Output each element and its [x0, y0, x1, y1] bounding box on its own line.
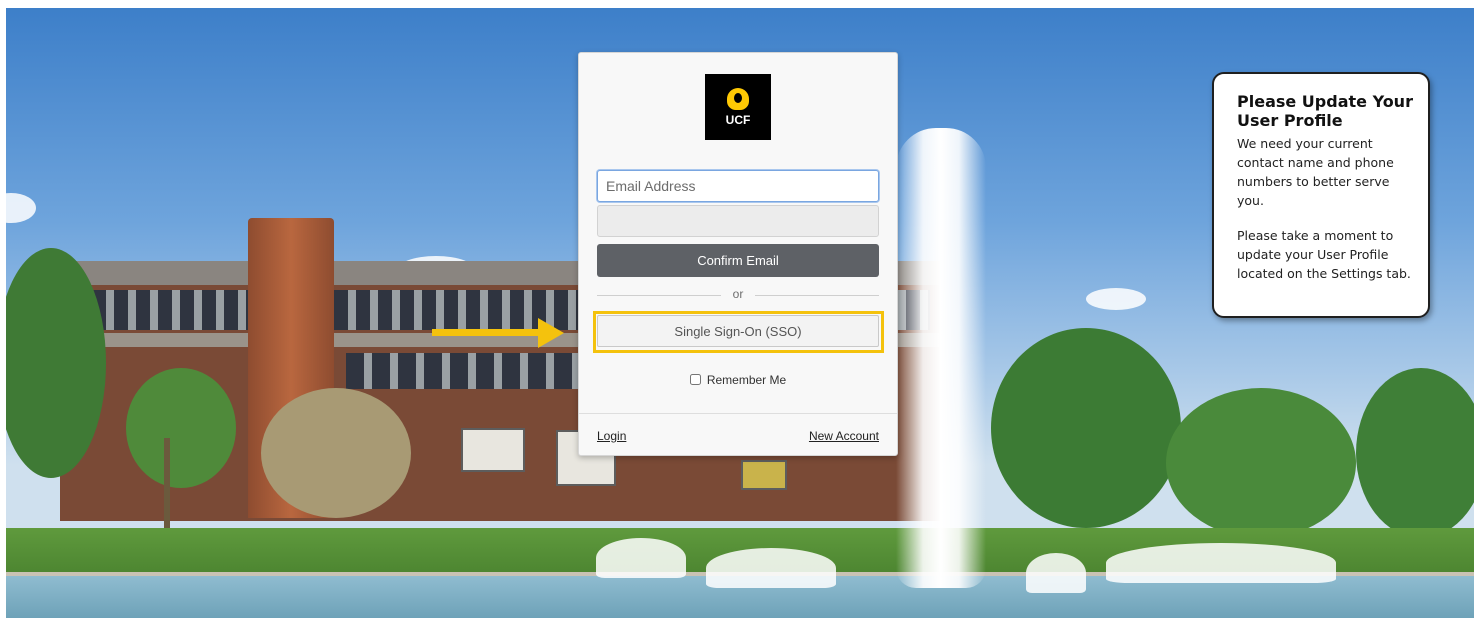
sso-button[interactable]: Single Sign-On (SSO)	[597, 315, 879, 347]
fountain-spray	[596, 538, 686, 578]
callout-paragraph-1: We need your current contact name and ph…	[1237, 136, 1394, 208]
or-divider: or	[597, 287, 879, 303]
pegasus-icon	[727, 87, 749, 110]
email-input[interactable]	[597, 170, 879, 202]
poster	[461, 428, 525, 472]
fountain-spray	[1106, 543, 1336, 583]
callout-title: Please Update Your User Profile	[1237, 92, 1413, 130]
remember-me: Remember Me	[579, 373, 897, 387]
divider-line	[755, 295, 879, 296]
fountain-jet	[896, 128, 986, 588]
building-windows	[346, 353, 606, 389]
callout-paragraph-2: Please take a moment to update your User…	[1237, 228, 1411, 281]
palm-trunk	[164, 438, 170, 528]
poster	[741, 460, 787, 490]
ucf-logo: UCF	[705, 74, 771, 140]
confirm-email-button[interactable]: Confirm Email	[597, 244, 879, 277]
arrow-head	[538, 318, 564, 348]
tree	[1356, 368, 1474, 538]
tree	[991, 328, 1181, 528]
remember-me-label: Remember Me	[706, 373, 787, 387]
logo-text: UCF	[725, 112, 751, 127]
fountain-spray	[1026, 553, 1086, 593]
update-profile-callout: Please Update Your User Profile We need …	[1212, 72, 1430, 318]
cloud	[1086, 288, 1146, 310]
tree	[261, 388, 411, 518]
login-card: UCF Confirm Email or Single Sign-On (SSO…	[578, 52, 898, 456]
new-account-link[interactable]: New Account	[809, 429, 879, 443]
secondary-input[interactable]	[597, 205, 879, 237]
arrow-right-icon	[432, 318, 572, 348]
divider-text: or	[732, 287, 744, 301]
tree	[1166, 388, 1356, 538]
remember-me-checkbox[interactable]	[689, 374, 701, 385]
card-footer: Login New Account	[579, 413, 897, 456]
tree	[126, 368, 236, 488]
login-link[interactable]: Login	[597, 429, 626, 443]
arrow-shaft	[432, 329, 542, 336]
fountain-spray	[706, 548, 836, 588]
